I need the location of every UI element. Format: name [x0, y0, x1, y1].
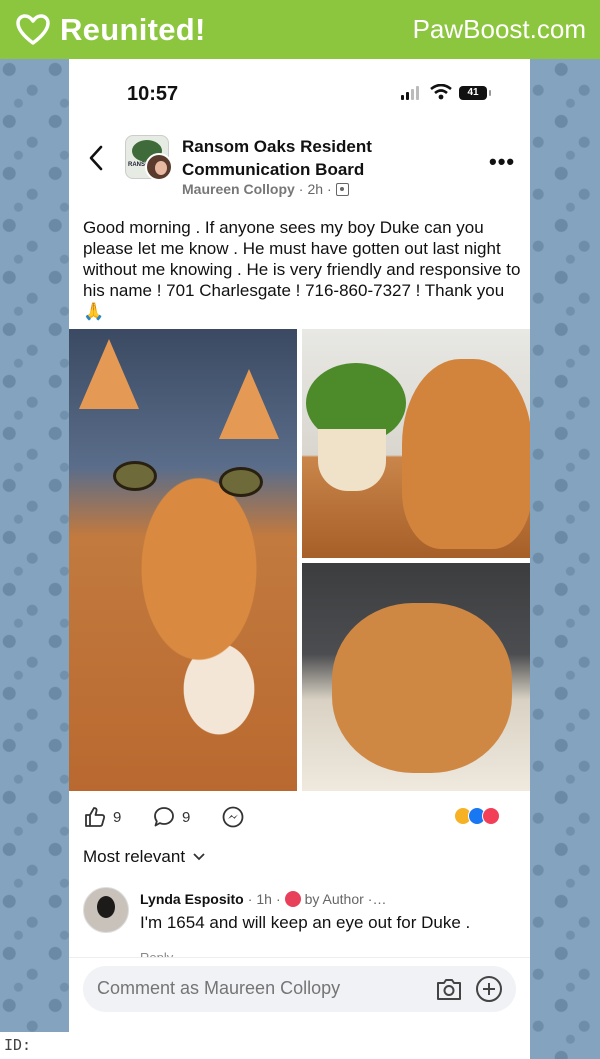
back-chevron-icon[interactable] [87, 145, 105, 171]
post-header: RANSOM Ransom Oaks Resident Communicatio… [69, 129, 530, 209]
comment-text: I'm 1654 and will keep an eye out for Du… [140, 913, 471, 932]
post-age: 2h [307, 181, 324, 197]
composer-box [83, 966, 516, 1012]
image-id-watermark: ID: 73207020 [0, 1032, 112, 1059]
sort-dropdown[interactable]: Most relevant [83, 847, 205, 867]
wifi-icon [430, 84, 452, 100]
group-name[interactable]: Ransom Oaks Resident Communication Board [182, 135, 442, 181]
cat-photo-blanket[interactable] [302, 563, 530, 791]
more-icon[interactable]: ••• [489, 149, 515, 175]
reunited-banner: Reunited! PawBoost.com [0, 0, 600, 59]
cat-photo-closeup[interactable] [69, 329, 297, 791]
comment-count: 9 [182, 808, 191, 826]
status-time: 10:57 [127, 83, 179, 105]
battery-icon: 41 [459, 86, 491, 100]
author-heart-icon [284, 891, 301, 907]
comment-button[interactable]: 9 [152, 805, 190, 829]
reaction-icons[interactable] [454, 807, 500, 825]
messenger-icon [222, 806, 244, 828]
comment-composer [69, 957, 530, 1059]
cat-photo-plant[interactable] [302, 329, 530, 558]
brand-name: PawBoost.com [412, 14, 586, 44]
camera-icon[interactable] [435, 976, 463, 1002]
signal-icon [401, 86, 419, 100]
post-meta: Maureen Collopy · 2h · [182, 181, 349, 197]
commenter-name[interactable]: Lynda Esposito [140, 891, 244, 907]
comment-header: Lynda Esposito · 1h · by Author ·… [140, 891, 387, 907]
comment-input[interactable] [97, 978, 417, 999]
privacy-icon [335, 182, 349, 196]
like-count: 9 [113, 808, 122, 826]
love-reaction-icon [482, 807, 500, 825]
comment-age: 1h [256, 891, 272, 907]
comment-icon [154, 807, 174, 827]
like-button[interactable]: 9 [83, 805, 121, 829]
post-text: Good morning . If anyone sees my boy Duk… [83, 218, 521, 321]
post-actions: 9 9 [69, 801, 530, 831]
author-badge: by Author [304, 891, 364, 907]
commenter-avatar[interactable] [83, 887, 129, 933]
poster-avatar[interactable] [145, 153, 173, 181]
banner-title: Reunited! [60, 11, 206, 47]
photo-grid [69, 329, 530, 791]
poster-name[interactable]: Maureen Collopy [182, 181, 295, 197]
status-bar: 10:57 41 [69, 59, 530, 121]
share-button[interactable] [221, 805, 245, 829]
phone-screenshot: 10:57 41 RANSOM Ransom Oaks Resident Com… [69, 59, 530, 1059]
like-icon [85, 807, 106, 827]
sort-label: Most relevant [83, 847, 186, 866]
heart-outline-icon [16, 13, 50, 45]
plus-icon[interactable] [475, 975, 503, 1003]
chevron-down-icon [193, 853, 205, 861]
